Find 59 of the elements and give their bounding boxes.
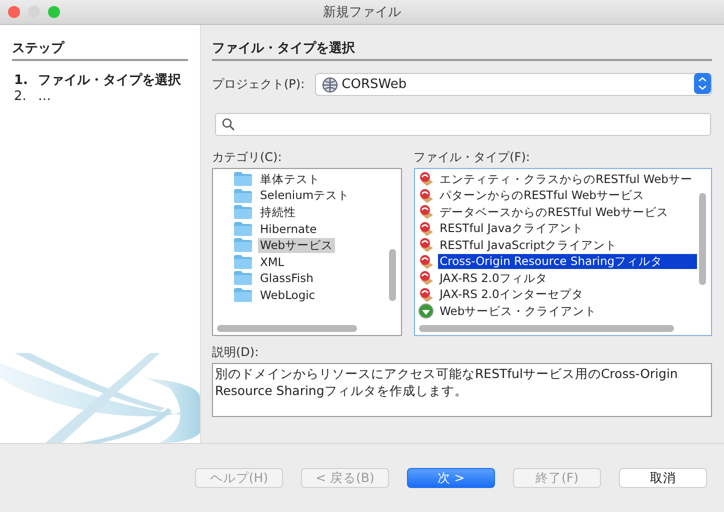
- folder-icon: [234, 288, 252, 302]
- folder-icon: [234, 271, 252, 286]
- section-heading: ファイル・タイプを選択: [212, 39, 712, 61]
- scrollbar-thumb[interactable]: [217, 325, 357, 332]
- swirl-icon: [418, 286, 434, 303]
- category-item[interactable]: Hibernate: [258, 222, 319, 236]
- swirl-icon: [418, 188, 434, 204]
- dialog-button[interactable]: 次 >: [407, 468, 495, 488]
- folder-icon: [234, 222, 252, 236]
- steps-heading: ステップ: [12, 39, 188, 61]
- file-type-item[interactable]: RESTful Javaクライアント: [438, 221, 697, 236]
- close-icon[interactable]: [8, 6, 20, 18]
- step-number: 1.: [14, 73, 26, 89]
- category-item[interactable]: XML: [258, 254, 286, 269]
- swirl-icon: [418, 254, 434, 270]
- file-type-item[interactable]: データベースからのRESTful Webサービス: [438, 204, 697, 220]
- folder-icon: [234, 188, 252, 203]
- category-item[interactable]: Seleniumテスト: [258, 188, 352, 204]
- scrollbar-thumb[interactable]: [418, 325, 674, 332]
- swirl-icon: [418, 270, 434, 286]
- file-type-item[interactable]: Cross-Origin Resource Sharingフィルタ: [438, 254, 697, 270]
- step-label: ファイル・タイプを選択: [38, 73, 181, 89]
- folder-icon: [234, 172, 252, 186]
- globe-icon: [418, 303, 434, 320]
- zoom-icon[interactable]: [48, 6, 60, 18]
- window-title: 新規ファイル: [323, 4, 401, 21]
- dialog-button[interactable]: 取消: [619, 468, 707, 488]
- category-label: カテゴリ(C):: [212, 149, 283, 166]
- scrollbar-thumb[interactable]: [388, 249, 396, 301]
- file-type-item[interactable]: パターンからのRESTful Webサービス: [438, 188, 697, 204]
- file-type-item[interactable]: JAX-RS 2.0インターセプタ: [438, 287, 697, 302]
- search-icon: [222, 118, 235, 131]
- category-item[interactable]: 単体テスト: [258, 172, 322, 187]
- folder-icon: [234, 238, 252, 252]
- swirl-icon: [418, 171, 434, 188]
- category-item[interactable]: WebLogic: [258, 288, 318, 302]
- folder-icon: [234, 254, 252, 269]
- scrollbar-thumb[interactable]: [699, 193, 706, 285]
- swirl-icon: [418, 204, 434, 220]
- step-label: …: [38, 89, 51, 105]
- step-number: 2.: [14, 89, 26, 105]
- description-text: 別のドメインからリソースにアクセス可能なRESTfulサービス用のCross-Origin Resource Sharingフィルタを作成します。: [212, 363, 712, 417]
- folder-icon: [234, 205, 252, 220]
- file-type-item[interactable]: JAX-RS 2.0フィルタ: [438, 270, 697, 286]
- category-item[interactable]: Webサービス: [258, 238, 336, 253]
- file-type-item[interactable]: RESTful JavaScriptクライアント: [438, 238, 697, 253]
- file-type-item[interactable]: エンティティ・クラスからのRESTful Webサー: [438, 172, 697, 187]
- stepper-icon: [694, 73, 711, 94]
- file-type-item[interactable]: Webサービス・クライアント: [438, 304, 697, 319]
- category-item[interactable]: GlassFish: [258, 271, 316, 286]
- swirl-icon: [418, 220, 434, 237]
- project-dropdown[interactable]: CORSWeb: [314, 73, 712, 96]
- swirl-icon: [418, 237, 434, 254]
- search-field[interactable]: [215, 113, 711, 136]
- file-type-label: ファイル・タイプ(F):: [414, 149, 531, 166]
- project-label: プロジェクト(P):: [212, 76, 305, 93]
- globe-icon: [322, 76, 338, 92]
- description-label: 説明(D):: [212, 344, 260, 361]
- category-item[interactable]: 持続性: [258, 204, 298, 220]
